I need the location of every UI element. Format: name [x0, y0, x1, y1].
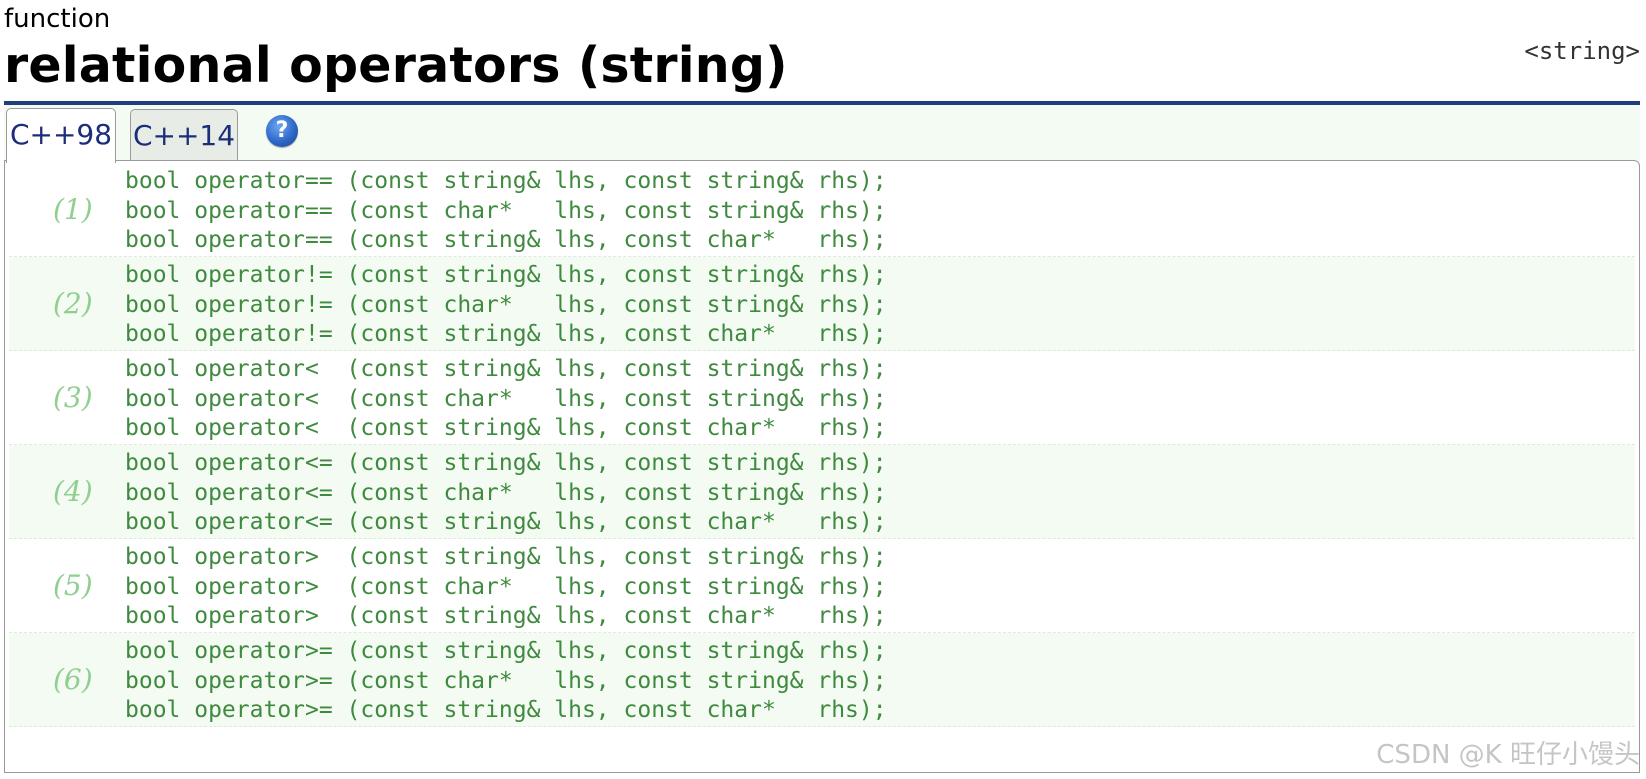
declaration-line: bool operator> (const string& lhs, const… — [125, 544, 887, 570]
declaration-line: bool operator> (const string& lhs, const… — [125, 603, 887, 629]
declaration-line: bool operator<= (const char* lhs, const … — [125, 479, 887, 506]
declaration-line: bool operator== (const string& lhs, cons… — [125, 168, 887, 194]
declaration-lines: bool operator!= (const string& lhs, cons… — [125, 261, 887, 350]
group-label: (5) — [53, 569, 93, 602]
declaration-line: bool operator>= (const string& lhs, cons… — [125, 638, 887, 664]
page-title: relational operators (string) — [4, 37, 788, 94]
declaration-line: bool operator!= (const char* lhs, const … — [125, 291, 887, 318]
declaration-line: bool operator< (const string& lhs, const… — [125, 356, 887, 382]
group-2: (2) bool operator!= (const string& lhs, … — [9, 257, 1635, 351]
tab-strip: C++98 C++14 ? — [4, 105, 1640, 163]
declarations-panel: (1) bool operator== (const string& lhs, … — [4, 160, 1640, 773]
declaration-lines: bool operator== (const string& lhs, cons… — [125, 167, 887, 256]
declaration-lines: bool operator>= (const string& lhs, cons… — [125, 637, 887, 726]
declaration-line: bool operator== (const char* lhs, const … — [125, 197, 887, 224]
declaration-line: bool operator> (const char* lhs, const s… — [125, 573, 887, 600]
page-kind: function — [4, 4, 111, 34]
group-label: (1) — [53, 193, 93, 226]
declaration-line: bool operator< (const char* lhs, const s… — [125, 385, 887, 412]
tab-cpp14[interactable]: C++14 — [130, 109, 238, 161]
declaration-lines: bool operator> (const string& lhs, const… — [125, 543, 887, 632]
group-5: (5) bool operator> (const string& lhs, c… — [9, 539, 1635, 633]
declaration-lines: bool operator< (const string& lhs, const… — [125, 355, 887, 444]
group-label: (6) — [53, 663, 93, 696]
help-icon[interactable]: ? — [266, 115, 298, 147]
group-6: (6) bool operator>= (const string& lhs, … — [9, 633, 1635, 727]
tab-cpp98[interactable]: C++98 — [6, 108, 116, 163]
declaration-line: bool operator!= (const string& lhs, cons… — [125, 321, 887, 347]
group-label: (2) — [53, 287, 93, 320]
group-label: (4) — [53, 475, 93, 508]
declaration-line: bool operator<= (const string& lhs, cons… — [125, 450, 887, 476]
group-4: (4) bool operator<= (const string& lhs, … — [9, 445, 1635, 539]
group-1: (1) bool operator== (const string& lhs, … — [9, 163, 1635, 257]
declaration-line: bool operator< (const string& lhs, const… — [125, 415, 887, 441]
group-3: (3) bool operator< (const string& lhs, c… — [9, 351, 1635, 445]
declaration-line: bool operator>= (const string& lhs, cons… — [125, 697, 887, 723]
declaration-line: bool operator!= (const string& lhs, cons… — [125, 262, 887, 288]
header-link[interactable]: <string> — [1524, 36, 1640, 66]
declaration-line: bool operator<= (const string& lhs, cons… — [125, 509, 887, 535]
group-label: (3) — [53, 381, 93, 414]
declaration-line: bool operator== (const string& lhs, cons… — [125, 227, 887, 253]
declaration-lines: bool operator<= (const string& lhs, cons… — [125, 449, 887, 538]
declaration-line: bool operator>= (const char* lhs, const … — [125, 667, 887, 694]
